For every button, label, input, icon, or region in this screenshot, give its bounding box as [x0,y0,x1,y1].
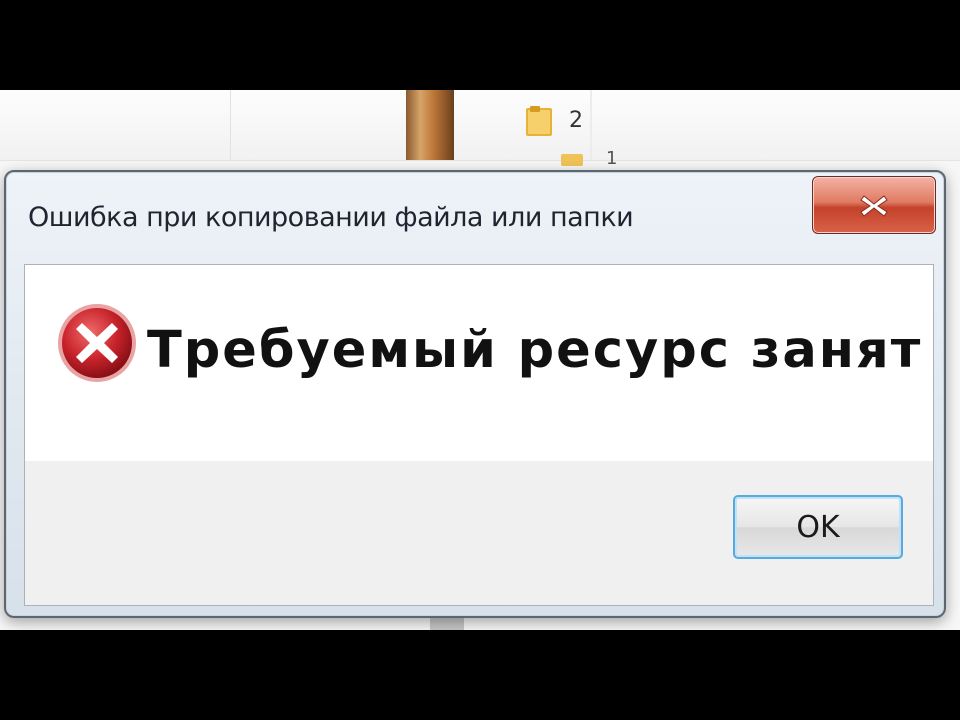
error-icon [58,304,136,382]
folder-count: 1 [606,148,618,169]
explorer-splitter [406,90,454,160]
folder-icon [526,106,552,136]
letterbox-bottom [0,630,960,720]
dialog-title: Ошибка при копировании файла или папки [28,202,634,233]
letterbox-top [0,0,960,90]
close-button[interactable] [812,176,936,234]
dialog-content: Требуемый ресурс занят OK [24,264,934,606]
close-icon [860,195,888,217]
error-message: Требуемый ресурс занят [147,321,923,380]
explorer-column-divider [590,90,592,160]
ok-button[interactable]: OK [733,495,903,559]
error-dialog: Ошибка при копировании файла или папки Т… [4,170,946,618]
explorer-column [0,90,231,160]
folder-icon [561,154,583,166]
explorer-file-row: 2 [0,90,960,161]
message-area: Требуемый ресурс занят [25,265,933,461]
folder-count: 2 [569,108,583,133]
